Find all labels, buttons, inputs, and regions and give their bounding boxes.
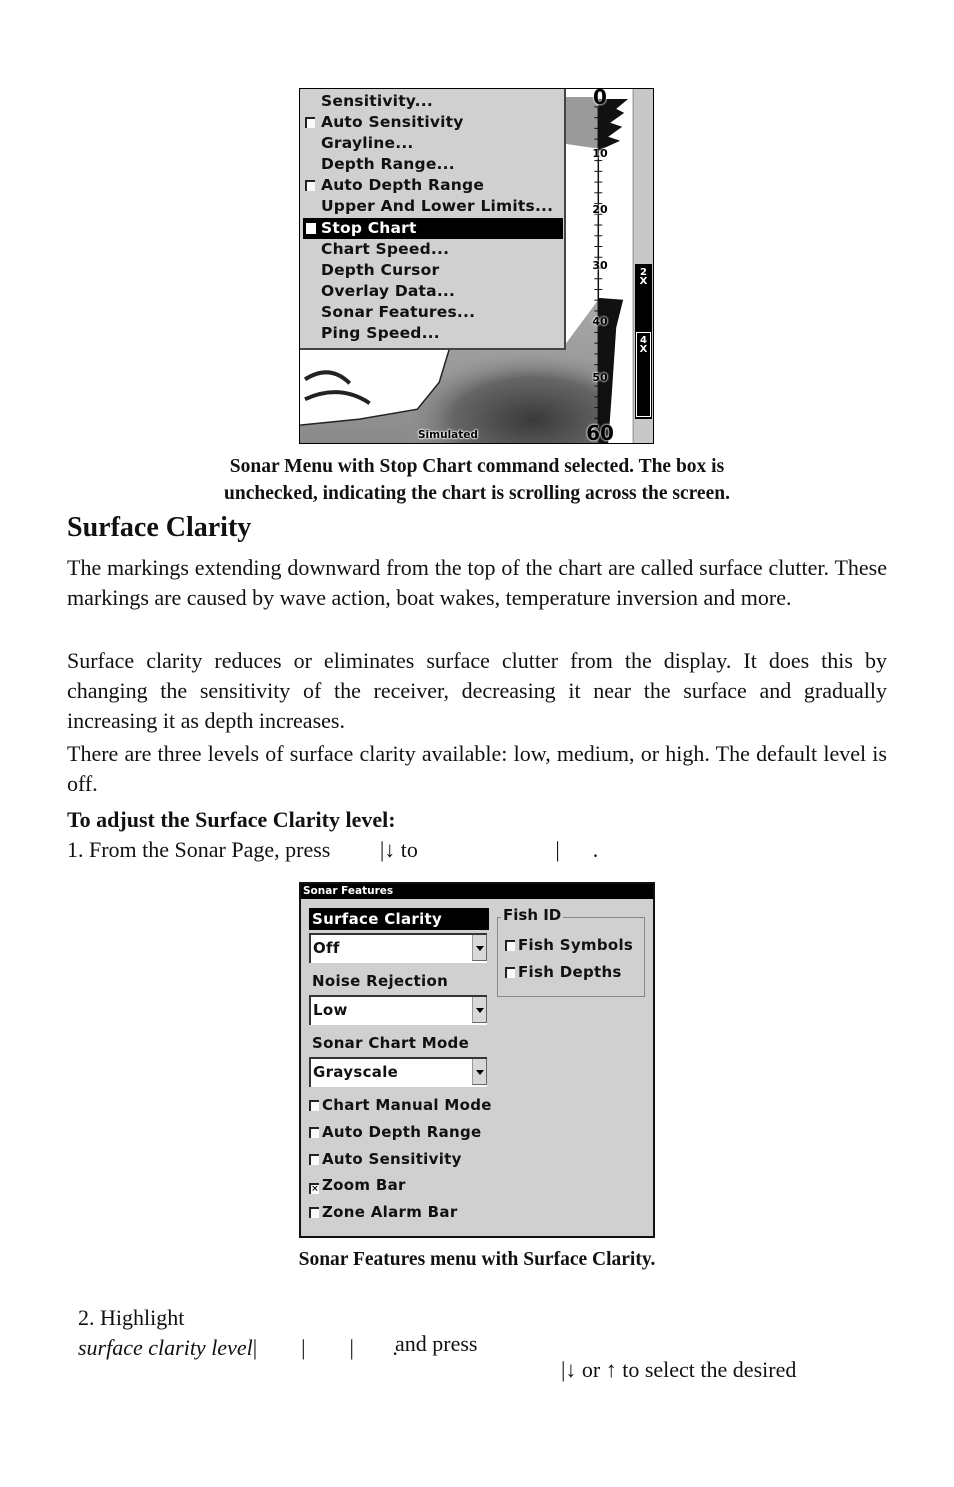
menu-item-label: Depth Range... [321,155,455,174]
figure-caption-1: Sonar Menu with Stop Chart command selec… [60,453,894,507]
chevron-down-icon[interactable] [472,1059,487,1085]
checkbox-icon[interactable] [505,940,515,951]
checkbox-row[interactable]: Auto Depth Range [309,1121,481,1143]
dialog-title: Sonar Features [301,884,653,899]
fish-option-row[interactable]: Fish Symbols [505,934,633,956]
step-2-separators: | | | . [252,1335,398,1360]
checkbox-label: Zoom Bar [322,1176,406,1195]
zoom-label-4x: 4X [639,335,648,355]
checkbox-checked-icon[interactable]: × [309,1183,319,1195]
fish-id-title: Fish ID [501,906,564,924]
checkbox-label: Chart Manual Mode [322,1096,492,1114]
checkbox-label: Fish Depths [518,963,622,981]
menu-item[interactable]: Ping Speed... [300,323,564,344]
checkbox-label: Fish Symbols [518,936,634,954]
paragraph-1: The markings extending downward from the… [67,555,887,610]
surface-clarity-value: Off [313,939,340,957]
step-2-arrows: |↓ or ↑ to select the desired [561,1357,797,1382]
sonar-menu: Sensitivity... Auto Sensitivity Grayline..… [300,89,566,350]
noise-rejection-dropdown[interactable]: Low [309,995,487,1025]
checkbox-row[interactable]: × Zoom Bar [309,1174,406,1196]
menu-item-label: Stop Chart [321,218,417,237]
menu-item-label: Chart Speed... [321,239,450,258]
sonar-features-screenshot: Sonar Features Surface Clarity Off Noise… [299,882,655,1238]
noise-rejection-value: Low [313,1001,348,1019]
depth-label-10: 10 [592,147,608,160]
sonar-menu-screenshot: Sensitivity... Auto Sensitivity Grayline..… [299,88,654,444]
simulated-label: Simulated [418,429,478,441]
checkbox-label: Auto Depth Range [322,1122,482,1141]
checkbox-icon[interactable] [305,180,315,192]
menu-item-label: Upper And Lower Limits... [321,197,554,216]
paragraph-3: There are three levels of surface clarit… [67,741,887,796]
menu-item[interactable]: Grayline... [300,133,564,154]
checkbox-row[interactable]: Zone Alarm Bar [309,1201,458,1223]
menu-item[interactable]: Chart Speed... [300,239,564,260]
checkbox-row[interactable]: Auto Sensitivity [309,1148,462,1170]
checkbox-icon[interactable] [309,1207,319,1219]
menu-item[interactable]: Upper And Lower Limits... [300,196,564,217]
checkbox-icon[interactable] [505,967,515,978]
checkbox-row[interactable]: Chart Manual Mode [309,1094,492,1116]
chart-mode-value: Grayscale [313,1063,399,1081]
step-2-and-press: and press [395,1331,478,1356]
zoom-bar[interactable]: 2X 4X [635,264,652,419]
menu-item-label: Depth Cursor [321,260,440,279]
procedure-title: To adjust the Surface Clarity level: [67,807,396,832]
depth-label-0: 0 [593,88,607,109]
step-2-line-2: surface clarity level| | | . [67,1309,398,1361]
surface-clarity-dropdown[interactable]: Off [309,933,487,963]
menu-item[interactable]: Depth Range... [300,154,564,175]
noise-rejection-label: Noise Rejection [312,972,449,990]
checkbox-icon[interactable] [309,1100,319,1111]
checkbox-label: Auto Sensitivity [322,1149,462,1168]
checkbox-label: Zone Alarm Bar [322,1203,458,1222]
step-1: 1. From the Sonar Page, press |↓ to | . [67,837,599,862]
chart-mode-label: Sonar Chart Mode [312,1034,470,1052]
surface-clarity-label[interactable]: Surface Clarity [309,908,489,930]
fish-id-group [497,917,645,997]
zoom-window[interactable]: 4X [636,332,651,417]
menu-item[interactable]: Stop Chart [303,217,563,239]
paragraph-2: Surface clarity reduces or eliminates su… [67,648,887,733]
checkbox-icon[interactable] [309,1126,319,1138]
menu-item[interactable]: Sensitivity... [300,91,564,112]
chart-mode-dropdown[interactable]: Grayscale [309,1057,487,1087]
checkbox-icon[interactable] [305,117,315,129]
zoom-label-2x: 2X [639,267,648,287]
menu-item-label: Auto Depth Range [321,176,485,195]
menu-item-label: Sonar Features... [321,302,476,321]
depth-label-50: 50 [592,371,608,384]
figure-caption-2: Sonar Features menu with Surface Clarity… [298,1249,656,1270]
menu-item[interactable]: Auto Sensitivity [300,112,564,133]
section-heading: Surface Clarity [67,512,252,543]
depth-label-20: 20 [592,203,608,216]
menu-item[interactable]: Overlay Data... [300,281,564,302]
step-2-italic: surface clarity level [78,1335,253,1360]
menu-item-label: Overlay Data... [321,281,456,300]
chevron-down-icon[interactable] [472,935,487,961]
depth-label-40: 40 [592,315,608,328]
caption-1-line-1: Sonar Menu with Stop Chart command selec… [229,456,725,477]
fish-option-row[interactable]: Fish Depths [505,961,622,983]
menu-item-label: Sensitivity... [321,92,433,110]
checkbox-icon[interactable] [309,1153,319,1165]
menu-item-label: Ping Speed... [321,324,440,343]
menu-item[interactable]: Depth Cursor [300,260,564,281]
depth-label-60: 60 [586,421,614,444]
menu-item[interactable]: Sonar Features... [300,302,564,323]
chevron-down-icon[interactable] [472,997,487,1023]
caption-1-line-2: unchecked, indicating the chart is scrol… [224,483,730,504]
checkbox-icon[interactable] [306,222,316,234]
menu-item-label: Auto Sensitivity [321,113,464,132]
depth-label-30: 30 [592,259,608,272]
menu-item[interactable]: Auto Depth Range [300,175,564,196]
menu-item-label: Grayline... [321,134,414,153]
